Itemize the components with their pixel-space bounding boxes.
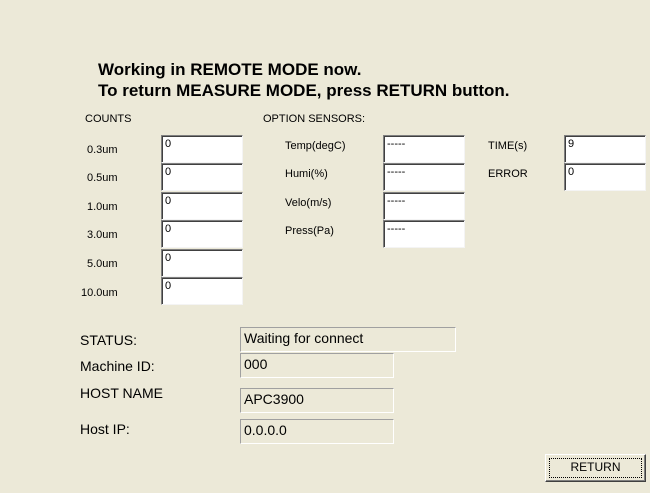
error-label: ERROR bbox=[488, 168, 528, 180]
status-label: STATUS: bbox=[80, 332, 138, 348]
machine-id-field: 000 bbox=[240, 353, 394, 378]
sensor-field-press[interactable]: ----- bbox=[383, 220, 465, 248]
count-field-0-3um[interactable]: 0 bbox=[161, 135, 243, 163]
time-field[interactable]: 9 bbox=[564, 135, 646, 163]
sensor-label-press: Press(Pa) bbox=[285, 225, 334, 237]
status-field: Waiting for connect bbox=[240, 327, 456, 352]
sensor-label-humi: Humi(%) bbox=[285, 168, 328, 180]
time-label: TIME(s) bbox=[488, 140, 528, 152]
count-field-3-0um[interactable]: 0 bbox=[161, 220, 243, 248]
host-ip-field: 0.0.0.0 bbox=[240, 419, 394, 444]
sensor-field-humi[interactable]: ----- bbox=[383, 163, 465, 191]
count-field-0-5um[interactable]: 0 bbox=[161, 163, 243, 191]
remote-mode-panel: Working in REMOTE MODE now. To return ME… bbox=[0, 0, 650, 493]
sensor-label-velo: Velo(m/s) bbox=[285, 197, 332, 209]
counts-section-label: COUNTS bbox=[85, 113, 132, 125]
host-name-field: APC3900 bbox=[240, 388, 394, 413]
option-sensors-section-label: OPTION SENSORS: bbox=[263, 113, 366, 125]
sensor-field-velo[interactable]: ----- bbox=[383, 192, 465, 220]
return-button[interactable]: RETURN bbox=[545, 454, 646, 482]
remote-mode-heading: Working in REMOTE MODE now. bbox=[98, 60, 362, 79]
count-label-3-0um: 3.0um bbox=[87, 229, 118, 241]
count-label-5-0um: 5.0um bbox=[87, 258, 118, 270]
count-label-0-5um: 0.5um bbox=[87, 172, 118, 184]
machine-id-label: Machine ID: bbox=[80, 358, 155, 374]
count-label-0-3um: 0.3um bbox=[87, 144, 118, 156]
count-label-10-0um: 10.0um bbox=[81, 287, 118, 299]
host-ip-label: Host IP: bbox=[80, 421, 130, 437]
sensor-field-temp[interactable]: ----- bbox=[383, 135, 465, 163]
count-field-5-0um[interactable]: 0 bbox=[161, 249, 243, 277]
count-field-1-0um[interactable]: 0 bbox=[161, 192, 243, 220]
count-label-1-0um: 1.0um bbox=[87, 201, 118, 213]
return-instruction-heading: To return MEASURE MODE, press RETURN but… bbox=[98, 81, 510, 100]
count-field-10-0um[interactable]: 0 bbox=[161, 277, 243, 305]
return-button-label: RETURN bbox=[570, 460, 621, 474]
host-name-label: HOST NAME bbox=[80, 385, 163, 401]
sensor-label-temp: Temp(degC) bbox=[285, 140, 346, 152]
error-field[interactable]: 0 bbox=[564, 163, 646, 191]
